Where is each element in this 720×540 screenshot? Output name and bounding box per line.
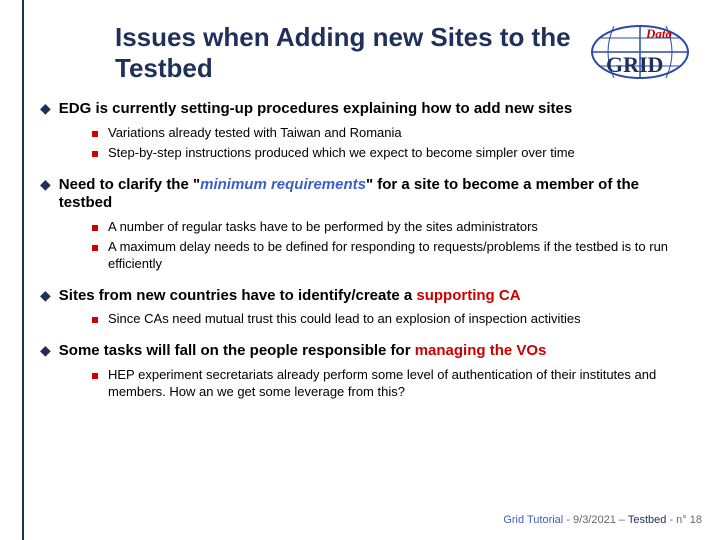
diamond-icon: ◆: [40, 176, 51, 194]
sub-list: HEP experiment secretariats already perf…: [92, 367, 695, 401]
sub-item: Since CAs need mutual trust this could l…: [92, 311, 695, 328]
diamond-icon: ◆: [40, 287, 51, 305]
sub-list: Variations already tested with Taiwan an…: [92, 125, 695, 162]
sub-list: A number of regular tasks have to be per…: [92, 219, 695, 273]
content: ◆ EDG is currently setting-up procedures…: [40, 100, 695, 415]
sub-item-text: Since CAs need mutual trust this could l…: [108, 311, 581, 328]
sub-item: A number of regular tasks have to be per…: [92, 219, 695, 236]
list-item: ◆ Need to clarify the "minimum requireme…: [40, 176, 695, 214]
sub-item-text: Variations already tested with Taiwan an…: [108, 125, 402, 142]
sub-item-text: A maximum delay needs to be defined for …: [108, 239, 695, 273]
footer-date: - 9/3/2021 –: [566, 514, 628, 526]
footer: Grid Tutorial - 9/3/2021 – Testbed - n° …: [503, 514, 702, 526]
highlight-red: supporting CA: [416, 287, 520, 304]
slide: Issues when Adding new Sites to the Test…: [0, 0, 720, 540]
square-icon: [92, 151, 98, 157]
list-item: ◆ EDG is currently setting-up procedures…: [40, 100, 695, 119]
list-item-text: EDG is currently setting-up procedures e…: [59, 100, 572, 119]
list-item-text: Some tasks will fall on the people respo…: [59, 342, 547, 361]
sub-item: HEP experiment secretariats already perf…: [92, 367, 695, 401]
sub-item-text: HEP experiment secretariats already perf…: [108, 367, 695, 401]
logo-text-grid: GRID: [606, 52, 663, 77]
square-icon: [92, 317, 98, 323]
list-item: ◆ Some tasks will fall on the people res…: [40, 342, 695, 361]
square-icon: [92, 373, 98, 379]
sub-item: Step-by-step instructions produced which…: [92, 145, 695, 162]
diamond-icon: ◆: [40, 100, 51, 118]
list-item-text: Sites from new countries have to identif…: [59, 287, 521, 306]
highlight-blue: minimum requirements: [200, 176, 366, 193]
highlight-red: managing the VOs: [415, 342, 547, 359]
sub-list: Since CAs need mutual trust this could l…: [92, 311, 695, 328]
datagrid-logo: Data GRID: [584, 22, 692, 80]
list-item-text: Need to clarify the "minimum requirement…: [59, 176, 695, 214]
footer-page: - n° 18: [666, 514, 702, 526]
page-title: Issues when Adding new Sites to the Test…: [115, 22, 585, 83]
footer-mid: Testbed: [628, 514, 667, 526]
logo-text-data: Data: [645, 26, 673, 41]
sub-item: Variations already tested with Taiwan an…: [92, 125, 695, 142]
square-icon: [92, 245, 98, 251]
title-wrap: Issues when Adding new Sites to the Test…: [115, 22, 585, 83]
vertical-rule: [22, 0, 24, 540]
sub-item-text: A number of regular tasks have to be per…: [108, 219, 538, 236]
square-icon: [92, 225, 98, 231]
diamond-icon: ◆: [40, 342, 51, 360]
sub-item: A maximum delay needs to be defined for …: [92, 239, 695, 273]
list-item: ◆ Sites from new countries have to ident…: [40, 287, 695, 306]
sub-item-text: Step-by-step instructions produced which…: [108, 145, 575, 162]
square-icon: [92, 131, 98, 137]
footer-left: Grid Tutorial: [503, 514, 566, 526]
